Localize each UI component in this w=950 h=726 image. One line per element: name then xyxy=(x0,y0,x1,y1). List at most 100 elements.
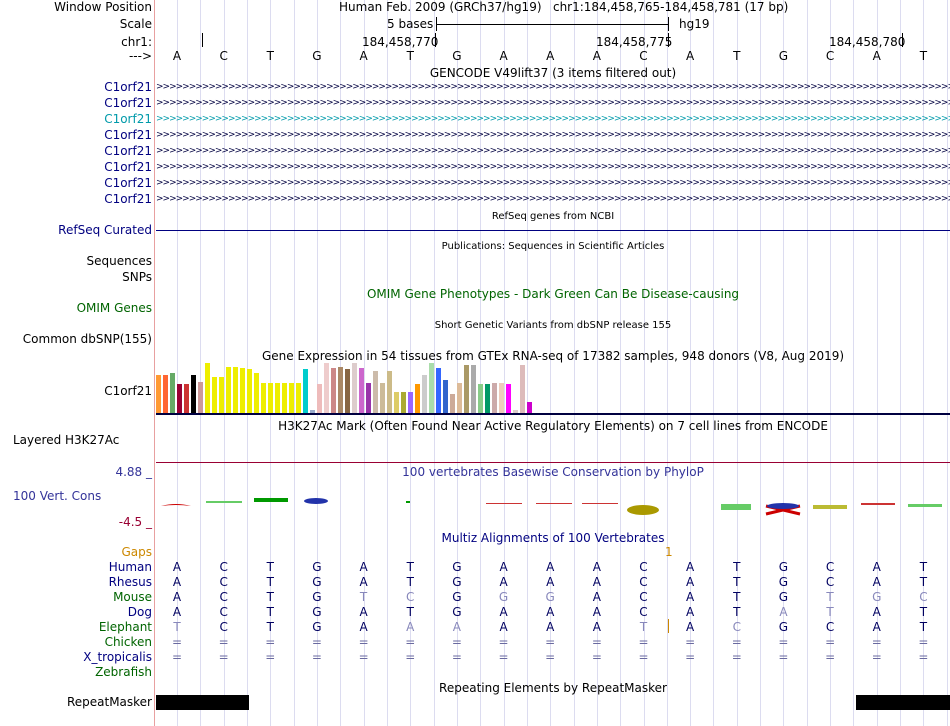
gtex-tissue-bar[interactable] xyxy=(492,383,497,413)
gtex-tissue-bar[interactable] xyxy=(373,371,378,413)
gtex-tissue-bar[interactable] xyxy=(457,383,462,413)
gtex-tissue-bar[interactable] xyxy=(422,375,427,413)
gtex-tissue-bar[interactable] xyxy=(240,368,245,413)
gencode-gene-label[interactable]: C1orf21 xyxy=(0,96,152,111)
gtex-tissue-bar[interactable] xyxy=(296,383,301,413)
gtex-tissue-bar[interactable] xyxy=(184,384,189,413)
gtex-tissue-bar[interactable] xyxy=(324,363,329,413)
gtex-tissue-bar[interactable] xyxy=(233,367,238,413)
gtex-tissue-bar[interactable] xyxy=(464,365,469,413)
gtex-tissue-bar[interactable] xyxy=(289,383,294,413)
gtex-tissue-bar[interactable] xyxy=(443,380,448,413)
gtex-tissue-bar[interactable] xyxy=(338,367,343,413)
gtex-tissue-bar[interactable] xyxy=(226,367,231,413)
gtex-tissue-bar[interactable] xyxy=(352,363,357,413)
gencode-transcript[interactable]: >>>>>>>>>>>>>>>>>>>>>>>>>>>>>>>>>>>>>>>>… xyxy=(156,99,950,108)
species-label[interactable]: X_tropicalis xyxy=(0,650,152,665)
gtex-tissue-bar[interactable] xyxy=(303,369,308,413)
gtex-tissue-bar[interactable] xyxy=(268,383,273,413)
gencode-transcript[interactable]: >>>>>>>>>>>>>>>>>>>>>>>>>>>>>>>>>>>>>>>>… xyxy=(156,115,950,124)
gtex-tissue-bar[interactable] xyxy=(380,383,385,413)
repeatmasker-label[interactable]: RepeatMasker xyxy=(0,695,152,710)
gencode-transcript[interactable]: >>>>>>>>>>>>>>>>>>>>>>>>>>>>>>>>>>>>>>>>… xyxy=(156,131,950,140)
gtex-tissue-bar[interactable] xyxy=(387,371,392,413)
gtex-tissue-bar[interactable] xyxy=(436,368,441,413)
gencode-transcript[interactable]: >>>>>>>>>>>>>>>>>>>>>>>>>>>>>>>>>>>>>>>>… xyxy=(156,83,950,92)
gtex-tissue-bar[interactable] xyxy=(282,383,287,413)
gtex-tissue-bar[interactable] xyxy=(247,369,252,413)
phylop-title[interactable]: 100 vertebrates Basewise Conservation by… xyxy=(156,465,950,480)
gtex-title[interactable]: Gene Expression in 54 tissues from GTEx … xyxy=(156,349,950,364)
gencode-transcript[interactable]: >>>>>>>>>>>>>>>>>>>>>>>>>>>>>>>>>>>>>>>>… xyxy=(156,147,950,156)
gtex-tissue-bar[interactable] xyxy=(170,373,175,413)
refseq-title[interactable]: RefSeq genes from NCBI xyxy=(156,210,950,223)
gtex-tissue-bar[interactable] xyxy=(345,369,350,413)
gencode-transcript[interactable]: >>>>>>>>>>>>>>>>>>>>>>>>>>>>>>>>>>>>>>>>… xyxy=(156,163,950,172)
gtex-tissue-bar[interactable] xyxy=(478,384,483,413)
gaps-label[interactable]: Gaps xyxy=(0,545,152,560)
gtex-tissue-bar[interactable] xyxy=(485,384,490,413)
dbsnp-title[interactable]: Short Genetic Variants from dbSNP releas… xyxy=(156,319,950,332)
species-label[interactable]: Rhesus xyxy=(0,575,152,590)
publications-title[interactable]: Publications: Sequences in Scientific Ar… xyxy=(156,240,950,253)
omim-title[interactable]: OMIM Gene Phenotypes - Dark Green Can Be… xyxy=(156,287,950,302)
sequences-label[interactable]: Sequences xyxy=(0,254,152,269)
gtex-tissue-bar[interactable] xyxy=(163,375,168,413)
gtex-tissue-bar[interactable] xyxy=(506,384,511,413)
h3k27ac-title[interactable]: H3K27Ac Mark (Often Found Near Active Re… xyxy=(156,419,950,434)
gtex-tissue-bar[interactable] xyxy=(205,363,210,413)
gencode-gene-label[interactable]: C1orf21 xyxy=(0,160,152,175)
gtex-tissue-bar[interactable] xyxy=(366,383,371,413)
gtex-tissue-bar[interactable] xyxy=(450,394,455,413)
gtex-tissue-bar[interactable] xyxy=(359,368,364,413)
gencode-gene-label[interactable]: C1orf21 xyxy=(0,80,152,95)
gtex-tissue-bar[interactable] xyxy=(254,373,259,413)
omim-label[interactable]: OMIM Genes xyxy=(0,301,152,316)
gtex-tissue-bar[interactable] xyxy=(177,384,182,413)
gencode-gene-label[interactable]: C1orf21 xyxy=(0,176,152,191)
species-label[interactable]: Dog xyxy=(0,605,152,620)
refseq-label[interactable]: RefSeq Curated xyxy=(0,223,152,238)
gtex-tissue-bar[interactable] xyxy=(191,375,196,413)
gencode-gene-label[interactable]: C1orf21 xyxy=(0,128,152,143)
h3k27ac-label[interactable]: Layered H3K27Ac xyxy=(13,433,165,448)
gtex-tissue-bar[interactable] xyxy=(471,365,476,413)
gtex-tissue-bar[interactable] xyxy=(156,375,161,413)
assembly-title[interactable]: Human Feb. 2009 (GRCh37/hg19) chr1:184,4… xyxy=(339,0,788,15)
gtex-bar-chart[interactable] xyxy=(156,363,536,413)
gencode-transcript[interactable]: >>>>>>>>>>>>>>>>>>>>>>>>>>>>>>>>>>>>>>>>… xyxy=(156,179,950,188)
repeat-element[interactable] xyxy=(856,695,950,710)
refseq-line[interactable] xyxy=(156,230,950,231)
gencode-gene-label[interactable]: C1orf21 xyxy=(0,144,152,159)
snps-label[interactable]: SNPs xyxy=(0,270,152,285)
species-label[interactable]: Human xyxy=(0,560,152,575)
gtex-tissue-bar[interactable] xyxy=(261,383,266,413)
gtex-tissue-bar[interactable] xyxy=(317,384,322,413)
multiz-title[interactable]: Multiz Alignments of 100 Vertebrates xyxy=(156,531,950,546)
gtex-tissue-bar[interactable] xyxy=(527,402,532,413)
gtex-tissue-bar[interactable] xyxy=(408,392,413,413)
species-label[interactable]: Zebrafish xyxy=(0,665,152,680)
phylop-label[interactable]: 100 Vert. Cons xyxy=(13,489,165,504)
dbsnp-label[interactable]: Common dbSNP(155) xyxy=(0,332,152,347)
gtex-tissue-bar[interactable] xyxy=(212,377,217,413)
gtex-tissue-bar[interactable] xyxy=(415,384,420,413)
species-label[interactable]: Chicken xyxy=(0,635,152,650)
gtex-tissue-bar[interactable] xyxy=(275,383,280,413)
gtex-tissue-bar[interactable] xyxy=(520,365,525,413)
gencode-title[interactable]: GENCODE V49lift37 (3 items filtered out) xyxy=(156,66,950,81)
gtex-tissue-bar[interactable] xyxy=(429,363,434,413)
gtex-tissue-bar[interactable] xyxy=(499,383,504,413)
gencode-gene-label[interactable]: C1orf21 xyxy=(0,112,152,127)
gtex-tissue-bar[interactable] xyxy=(331,368,336,413)
gtex-tissue-bar[interactable] xyxy=(198,382,203,413)
gencode-gene-label[interactable]: C1orf21 xyxy=(0,192,152,207)
gtex-tissue-bar[interactable] xyxy=(394,392,399,413)
gtex-tissue-bar[interactable] xyxy=(401,392,406,413)
gtex-gene-label[interactable]: C1orf21 xyxy=(0,384,152,399)
gtex-tissue-bar[interactable] xyxy=(219,377,224,413)
species-label[interactable]: Mouse xyxy=(0,590,152,605)
repeatmasker-title[interactable]: Repeating Elements by RepeatMasker xyxy=(156,681,950,696)
repeat-element[interactable] xyxy=(156,695,249,710)
gencode-transcript[interactable]: >>>>>>>>>>>>>>>>>>>>>>>>>>>>>>>>>>>>>>>>… xyxy=(156,195,950,204)
